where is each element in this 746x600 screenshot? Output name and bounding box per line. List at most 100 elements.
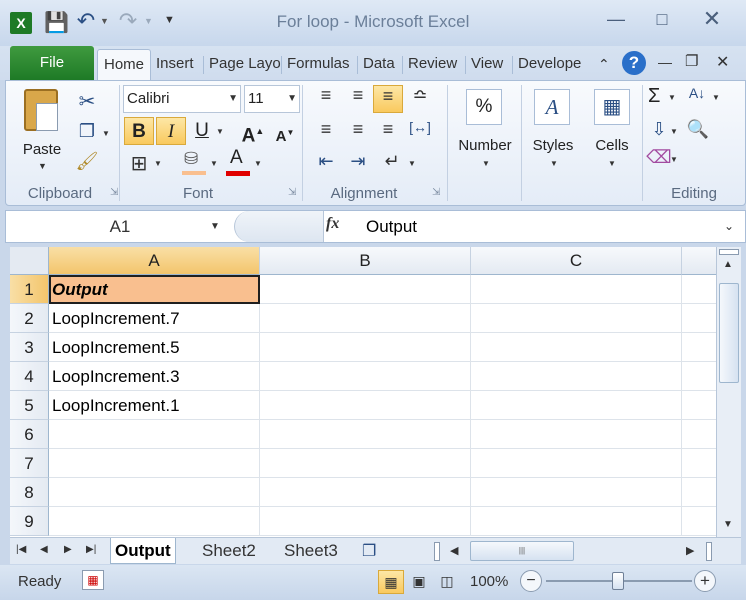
expand-formula-bar-icon[interactable]: ⌄ bbox=[724, 219, 734, 233]
tab-data[interactable]: Data bbox=[357, 49, 401, 80]
column-header-d[interactable] bbox=[682, 247, 716, 275]
name-box-dropdown-icon[interactable]: ▼ bbox=[210, 221, 220, 232]
styles-button[interactable]: A Styles ▼ bbox=[524, 85, 582, 181]
row-header[interactable]: 8 bbox=[10, 478, 49, 507]
formula-input[interactable]: Output bbox=[366, 217, 417, 237]
fill-dropdown-icon[interactable]: ▼ bbox=[670, 127, 678, 136]
tab-file[interactable]: File bbox=[10, 46, 94, 80]
font-color-dropdown-icon[interactable]: ▼ bbox=[254, 159, 262, 168]
horizontal-scroll-thumb[interactable]: ||| bbox=[470, 541, 574, 561]
cell[interactable] bbox=[471, 391, 682, 420]
column-header-c[interactable]: C bbox=[471, 247, 682, 275]
number-button[interactable]: % Number ▼ bbox=[454, 85, 516, 181]
cell[interactable] bbox=[682, 304, 716, 333]
insert-sheet-icon[interactable]: ❐ bbox=[362, 541, 376, 561]
row-header[interactable]: 3 bbox=[10, 333, 49, 362]
scroll-up-icon[interactable]: ▲ bbox=[723, 259, 733, 270]
fill-color-icon[interactable]: ⛁ bbox=[180, 149, 210, 177]
tab-home[interactable]: Home bbox=[97, 49, 152, 80]
cell[interactable] bbox=[471, 304, 682, 333]
font-color-icon[interactable]: A bbox=[226, 147, 254, 177]
scroll-right-icon[interactable]: ▶ bbox=[686, 544, 694, 557]
cell[interactable] bbox=[471, 507, 682, 536]
sheet-tab-sheet3[interactable]: Sheet3 bbox=[280, 538, 342, 564]
sort-dropdown-icon[interactable]: ▼ bbox=[712, 93, 720, 102]
font-name-combo[interactable]: Calibri ▼ bbox=[123, 85, 241, 113]
row-header[interactable]: 9 bbox=[10, 507, 49, 536]
normal-view-icon[interactable]: ▦ bbox=[378, 570, 404, 594]
fill-dropdown-icon[interactable]: ▼ bbox=[210, 159, 218, 168]
grow-font-icon[interactable]: A▲ bbox=[238, 117, 268, 146]
cell[interactable] bbox=[260, 449, 471, 478]
row-header[interactable]: 4 bbox=[10, 362, 49, 391]
autosum-dropdown-icon[interactable]: ▼ bbox=[668, 93, 676, 102]
cell[interactable] bbox=[471, 420, 682, 449]
cell-a1-header[interactable]: Output bbox=[49, 275, 260, 304]
merge-center-icon[interactable]: [↔] bbox=[406, 119, 434, 135]
copy-icon[interactable]: ❐ bbox=[74, 121, 100, 142]
align-center-icon[interactable]: ≡ bbox=[344, 119, 372, 140]
cell[interactable] bbox=[471, 449, 682, 478]
scroll-left-icon[interactable]: ◀ bbox=[450, 544, 458, 557]
cell[interactable] bbox=[260, 362, 471, 391]
tab-formulas[interactable]: Formulas bbox=[281, 49, 356, 80]
cell[interactable]: LoopIncrement.3 bbox=[49, 362, 260, 391]
cell[interactable] bbox=[260, 420, 471, 449]
cell[interactable] bbox=[260, 333, 471, 362]
autosum-icon[interactable]: Σ bbox=[648, 85, 660, 108]
row-header[interactable]: 2 bbox=[10, 304, 49, 333]
tab-developer[interactable]: Develope bbox=[512, 49, 590, 80]
cell[interactable] bbox=[49, 420, 260, 449]
row-header[interactable]: 5 bbox=[10, 391, 49, 420]
align-right-icon[interactable]: ≡ bbox=[374, 119, 402, 140]
tab-page-layout[interactable]: Page Layo bbox=[203, 49, 281, 80]
align-bottom-icon[interactable]: ≡ bbox=[373, 85, 403, 113]
window-restore-icon[interactable]: ❐ bbox=[685, 52, 698, 70]
select-all-corner[interactable] bbox=[10, 247, 49, 275]
scroll-down-icon[interactable]: ▼ bbox=[723, 519, 733, 530]
shrink-font-icon[interactable]: A▼ bbox=[270, 119, 300, 147]
sort-filter-icon[interactable]: A↓ bbox=[684, 85, 710, 101]
zoom-level[interactable]: 100% bbox=[470, 573, 508, 590]
maximize-button[interactable]: □ bbox=[640, 6, 684, 32]
cell[interactable] bbox=[471, 362, 682, 391]
font-launcher-icon[interactable]: ⇲ bbox=[288, 187, 296, 198]
underline-button[interactable]: U bbox=[187, 117, 217, 145]
cell[interactable] bbox=[682, 275, 716, 304]
page-break-view-icon[interactable]: ◫ bbox=[434, 570, 460, 594]
cut-icon[interactable]: ✂ bbox=[74, 89, 100, 114]
cell[interactable] bbox=[682, 420, 716, 449]
cell[interactable] bbox=[260, 478, 471, 507]
cell[interactable] bbox=[471, 275, 682, 304]
page-layout-view-icon[interactable]: ▣ bbox=[406, 570, 432, 594]
cell[interactable] bbox=[260, 304, 471, 333]
cells-button[interactable]: ▦ Cells ▼ bbox=[584, 85, 640, 181]
cell[interactable] bbox=[682, 507, 716, 536]
fill-down-icon[interactable]: ⇩ bbox=[646, 119, 672, 140]
cell[interactable] bbox=[682, 391, 716, 420]
row-header[interactable]: 7 bbox=[10, 449, 49, 478]
row-header[interactable]: 1 bbox=[10, 275, 49, 304]
zoom-out-button[interactable]: − bbox=[520, 570, 542, 592]
macro-record-icon[interactable]: ▦ bbox=[82, 570, 104, 590]
close-button[interactable]: ✕ bbox=[690, 6, 734, 32]
wrap-dropdown-icon[interactable]: ▼ bbox=[408, 159, 416, 168]
cell[interactable] bbox=[260, 391, 471, 420]
sheet-tab-output[interactable]: Output bbox=[110, 538, 176, 564]
sheet-tab-sheet2[interactable]: Sheet2 bbox=[198, 538, 260, 564]
cell[interactable] bbox=[260, 275, 471, 304]
increase-indent-icon[interactable]: ⇥ bbox=[344, 151, 372, 172]
tab-insert[interactable]: Insert bbox=[150, 49, 200, 80]
clear-dropdown-icon[interactable]: ▼ bbox=[670, 155, 678, 164]
column-header-b[interactable]: B bbox=[260, 247, 471, 275]
last-sheet-icon[interactable]: ▶| bbox=[86, 544, 96, 555]
window-close-icon[interactable]: ✕ bbox=[716, 52, 729, 72]
cell[interactable] bbox=[682, 449, 716, 478]
zoom-in-button[interactable]: + bbox=[694, 570, 716, 592]
name-box[interactable]: A1 bbox=[6, 211, 234, 242]
tab-review[interactable]: Review bbox=[402, 49, 463, 80]
borders-icon[interactable]: ⊞ bbox=[126, 151, 152, 176]
insert-function-icon[interactable]: fx bbox=[326, 215, 339, 233]
cell[interactable]: LoopIncrement.1 bbox=[49, 391, 260, 420]
format-painter-icon[interactable]: 🖌 bbox=[74, 151, 100, 172]
